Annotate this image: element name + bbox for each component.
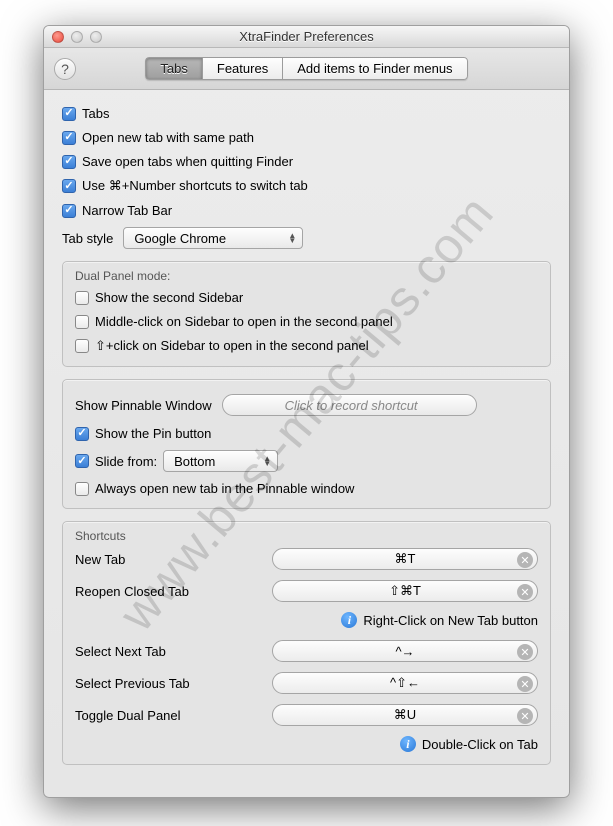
shortcut-input-new-tab[interactable]: ⌘T ✕	[272, 548, 538, 570]
traffic-lights	[52, 31, 102, 43]
row-tab-style: Tab style Google Chrome ▲▼	[62, 227, 551, 249]
shortcut-value-select-next: ^→	[395, 644, 414, 659]
shortcut-input-select-next[interactable]: ^→ ✕	[272, 640, 538, 662]
row-shortcut-new-tab: New Tab ⌘T ✕	[75, 548, 538, 570]
checkbox-cmd-number-switch[interactable]	[62, 179, 76, 193]
preferences-window: XtraFinder Preferences ? Tabs Features A…	[43, 25, 570, 798]
chevron-updown-icon: ▲▼	[263, 456, 271, 466]
shortcut-value-select-prev: ^⇧←	[390, 675, 420, 691]
row-cmd-number-switch: Use ⌘+Number shortcuts to switch tab	[62, 178, 551, 194]
tab-add-items[interactable]: Add items to Finder menus	[282, 57, 467, 80]
row-show-pinnable-window: Show Pinnable Window Click to record sho…	[75, 394, 538, 416]
zoom-button[interactable]	[90, 31, 102, 43]
label-show-pin-button: Show the Pin button	[95, 426, 211, 441]
shortcut-input-toggle-dual[interactable]: ⌘U ✕	[272, 704, 538, 726]
clear-icon[interactable]: ✕	[517, 644, 533, 660]
label-save-open-tabs: Save open tabs when quitting Finder	[82, 154, 293, 169]
label-shortcut-toggle-dual: Toggle Dual Panel	[75, 708, 260, 723]
label-cmd-number-switch: Use ⌘+Number shortcuts to switch tab	[82, 178, 308, 194]
content: Tabs Open new tab with same path Save op…	[44, 90, 569, 783]
hint-right-click: i Right-Click on New Tab button	[75, 612, 538, 628]
shortcut-value-reopen-closed: ⇧⌘T	[389, 583, 421, 599]
row-slide-from: Slide from: Bottom ▲▼	[75, 450, 538, 472]
segmented-tabs: Tabs Features Add items to Finder menus	[145, 57, 467, 80]
checkbox-open-new-tab-same-path[interactable]	[62, 131, 76, 145]
label-shortcut-select-next: Select Next Tab	[75, 644, 260, 659]
row-narrow-tab-bar: Narrow Tab Bar	[62, 203, 551, 218]
label-always-open-new-tab-pinnable: Always open new tab in the Pinnable wind…	[95, 481, 354, 496]
label-tab-style: Tab style	[62, 231, 113, 246]
label-shortcut-reopen-closed: Reopen Closed Tab	[75, 584, 260, 599]
clear-icon[interactable]: ✕	[517, 708, 533, 724]
titlebar: XtraFinder Preferences	[44, 26, 569, 48]
label-middle-click-sidebar: Middle-click on Sidebar to open in the s…	[95, 314, 393, 329]
label-tabs: Tabs	[82, 106, 109, 121]
hint-double-click-text: Double-Click on Tab	[422, 737, 538, 752]
group-title-shortcuts: Shortcuts	[75, 529, 538, 543]
row-shortcut-select-prev: Select Previous Tab ^⇧← ✕	[75, 672, 538, 694]
checkbox-tabs[interactable]	[62, 107, 76, 121]
row-save-open-tabs: Save open tabs when quitting Finder	[62, 154, 551, 169]
tab-tabs[interactable]: Tabs	[145, 57, 201, 80]
clear-icon[interactable]: ✕	[517, 676, 533, 692]
label-open-new-tab-same-path: Open new tab with same path	[82, 130, 254, 145]
row-shift-click-sidebar: ⇧+click on Sidebar to open in the second…	[75, 338, 538, 354]
label-narrow-tab-bar: Narrow Tab Bar	[82, 203, 172, 218]
select-tab-style-value: Google Chrome	[134, 231, 226, 246]
row-middle-click-sidebar: Middle-click on Sidebar to open in the s…	[75, 314, 538, 329]
row-show-pin-button: Show the Pin button	[75, 426, 538, 441]
group-title-dual-panel: Dual Panel mode:	[75, 269, 538, 283]
row-shortcut-select-next: Select Next Tab ^→ ✕	[75, 640, 538, 662]
toolbar: ? Tabs Features Add items to Finder menu…	[44, 48, 569, 90]
checkbox-middle-click-sidebar[interactable]	[75, 315, 89, 329]
row-shortcut-toggle-dual: Toggle Dual Panel ⌘U ✕	[75, 704, 538, 726]
checkbox-show-second-sidebar[interactable]	[75, 291, 89, 305]
group-dual-panel: Dual Panel mode: Show the second Sidebar…	[62, 261, 551, 367]
help-button[interactable]: ?	[54, 58, 76, 80]
label-shortcut-select-prev: Select Previous Tab	[75, 676, 260, 691]
shortcut-value-toggle-dual: ⌘U	[394, 707, 416, 723]
select-tab-style[interactable]: Google Chrome ▲▼	[123, 227, 303, 249]
hint-double-click: i Double-Click on Tab	[75, 736, 538, 752]
shortcut-recorder-pinnable[interactable]: Click to record shortcut	[222, 394, 477, 416]
label-slide-from: Slide from:	[95, 454, 157, 469]
checkbox-save-open-tabs[interactable]	[62, 155, 76, 169]
shortcut-recorder-placeholder: Click to record shortcut	[285, 398, 418, 413]
row-show-second-sidebar: Show the second Sidebar	[75, 290, 538, 305]
tab-features[interactable]: Features	[202, 57, 282, 80]
row-open-new-tab-same-path: Open new tab with same path	[62, 130, 551, 145]
row-tabs: Tabs	[62, 106, 551, 121]
close-button[interactable]	[52, 31, 64, 43]
checkbox-always-open-new-tab-pinnable[interactable]	[75, 482, 89, 496]
row-shortcut-reopen-closed: Reopen Closed Tab ⇧⌘T ✕	[75, 580, 538, 602]
select-slide-from-value: Bottom	[174, 454, 215, 469]
label-show-pinnable-window: Show Pinnable Window	[75, 398, 212, 413]
label-shortcut-new-tab: New Tab	[75, 552, 260, 567]
checkbox-slide-from[interactable]	[75, 454, 89, 468]
group-pinnable: Show Pinnable Window Click to record sho…	[62, 379, 551, 509]
clear-icon[interactable]: ✕	[517, 552, 533, 568]
row-always-open-new-tab-pinnable: Always open new tab in the Pinnable wind…	[75, 481, 538, 496]
label-show-second-sidebar: Show the second Sidebar	[95, 290, 243, 305]
info-icon: i	[400, 736, 416, 752]
minimize-button[interactable]	[71, 31, 83, 43]
group-shortcuts: Shortcuts New Tab ⌘T ✕ Reopen Closed Tab…	[62, 521, 551, 765]
shortcut-input-select-prev[interactable]: ^⇧← ✕	[272, 672, 538, 694]
shortcut-input-reopen-closed[interactable]: ⇧⌘T ✕	[272, 580, 538, 602]
help-icon: ?	[61, 61, 69, 77]
checkbox-shift-click-sidebar[interactable]	[75, 339, 89, 353]
clear-icon[interactable]: ✕	[517, 584, 533, 600]
window-title: XtraFinder Preferences	[44, 29, 569, 44]
label-shift-click-sidebar: ⇧+click on Sidebar to open in the second…	[95, 338, 369, 354]
shortcut-value-new-tab: ⌘T	[395, 551, 416, 567]
select-slide-from[interactable]: Bottom ▲▼	[163, 450, 278, 472]
chevron-updown-icon: ▲▼	[288, 233, 296, 243]
checkbox-show-pin-button[interactable]	[75, 427, 89, 441]
info-icon: i	[341, 612, 357, 628]
hint-right-click-text: Right-Click on New Tab button	[363, 613, 538, 628]
checkbox-narrow-tab-bar[interactable]	[62, 204, 76, 218]
